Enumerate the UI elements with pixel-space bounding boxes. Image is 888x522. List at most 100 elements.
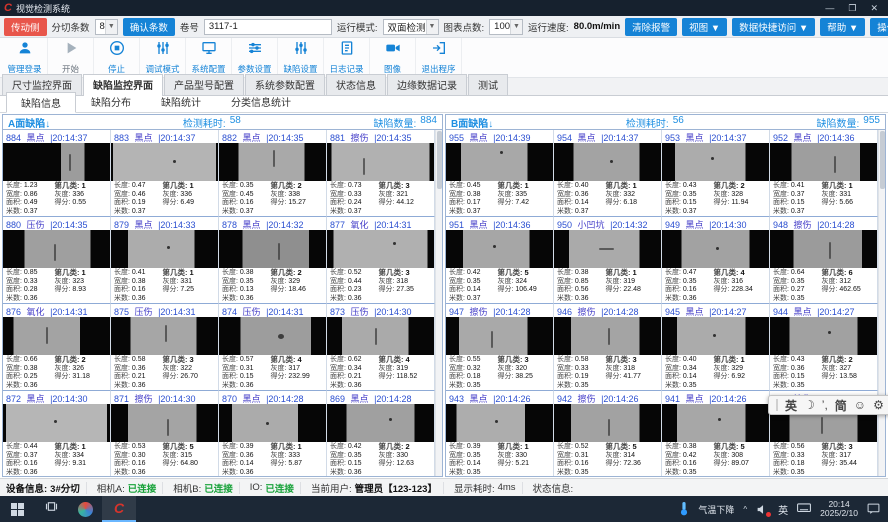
defect-image[interactable] (3, 404, 110, 442)
parameter-settings-button[interactable]: 参数设置 (232, 38, 278, 77)
drive-side-button[interactable]: 传动侧 (4, 18, 47, 36)
scrollbar-thumb[interactable] (880, 131, 885, 189)
defect-image[interactable] (111, 230, 218, 268)
operate-side-button[interactable]: 操作侧 (870, 18, 888, 36)
ime-simplified-toggle[interactable]: 简 (835, 397, 847, 414)
defect-image[interactable] (662, 143, 769, 181)
tab-1[interactable]: 缺陷监控界面 (83, 74, 163, 96)
defect-image[interactable] (327, 143, 434, 181)
defect-cell[interactable]: 881 擦伤 20:14:35 长度: 0.73 宽度: 0.33 面积: 0.… (327, 130, 435, 217)
thermometer-icon[interactable] (679, 501, 689, 518)
defect-image[interactable] (554, 143, 661, 181)
defect-image[interactable] (662, 230, 769, 268)
defect-cell[interactable]: 941 黑点 20:14:26 长度: 0.38 宽度: 0.42 面积: 0.… (662, 391, 770, 476)
defect-cell[interactable]: 947 擦伤 20:14:28 长度: 0.55 宽度: 0.32 面积: 0.… (446, 304, 554, 391)
defect-image[interactable] (3, 230, 110, 268)
help-menu-button[interactable]: 帮助 ▼ (820, 18, 865, 36)
defect-image[interactable] (219, 317, 326, 355)
defect-image[interactable] (554, 404, 661, 442)
debug-mode-button[interactable]: 调试模式 (140, 38, 186, 77)
weather-ticker[interactable]: 气温下降 (698, 503, 734, 516)
defect-cell[interactable]: 869 黑点 20:14:28 长度: 0.42 宽度: 0.35 面积: 0.… (327, 391, 435, 476)
input-language-indicator[interactable]: 英 (778, 502, 788, 517)
defect-cell[interactable]: 953 黑点 20:14:37 长度: 0.43 宽度: 0.35 面积: 0.… (662, 130, 770, 217)
scrollbar-thumb[interactable] (437, 131, 442, 189)
stop-button[interactable]: 停止 (94, 38, 140, 77)
defect-cell[interactable]: 944 黑点 20:14:27 长度: 0.43 宽度: 0.36 面积: 0.… (770, 304, 878, 391)
defect-image[interactable] (111, 317, 218, 355)
defect-image[interactable] (327, 404, 434, 442)
subtab-0[interactable]: 缺陷信息 (6, 92, 76, 113)
touch-keyboard-icon[interactable] (797, 502, 811, 516)
defect-cell[interactable]: 874 压伤 20:14:31 长度: 0.57 宽度: 0.31 面积: 0.… (219, 304, 327, 391)
chart-points-select[interactable]: 100 ▼ (489, 19, 523, 35)
defect-image[interactable] (446, 404, 553, 442)
exit-program-button[interactable]: 退出程序 (416, 38, 462, 77)
defect-cell[interactable]: 882 黑点 20:14:35 长度: 0.35 宽度: 0.45 面积: 0.… (219, 130, 327, 217)
ime-english-toggle[interactable]: 英 (785, 397, 797, 414)
defect-image[interactable] (111, 143, 218, 181)
defect-image[interactable] (446, 317, 553, 355)
notification-center-button[interactable] (867, 502, 880, 517)
defect-settings-button[interactable]: 缺陷设置 (278, 38, 324, 77)
close-button[interactable]: ✕ (870, 3, 878, 14)
defect-cell[interactable]: 870 黑点 20:14:28 长度: 0.39 宽度: 0.36 面积: 0.… (219, 391, 327, 476)
data-quick-access-menu-button[interactable]: 数据快捷访问 ▼ (732, 18, 815, 36)
panel-b-title[interactable]: B面缺陷↓ (451, 115, 493, 130)
tab-4[interactable]: 状态信息 (326, 74, 386, 95)
ime-settings-gear-icon[interactable]: ⚙ (873, 398, 884, 412)
defect-cell[interactable]: 948 擦伤 20:14:28 长度: 0.64 宽度: 0.35 面积: 0.… (770, 217, 878, 304)
defect-image[interactable] (446, 143, 553, 181)
roll-number-input[interactable] (204, 19, 332, 35)
maximize-button[interactable]: ❐ (848, 3, 856, 14)
panel-b-scrollbar[interactable] (878, 130, 885, 476)
defect-image[interactable] (770, 230, 877, 268)
defect-image[interactable] (446, 230, 553, 268)
defect-image[interactable] (219, 404, 326, 442)
defect-cell[interactable]: 879 黑点 20:14:33 长度: 0.41 宽度: 0.38 面积: 0.… (111, 217, 219, 304)
defect-cell[interactable]: 873 压伤 20:14:30 长度: 0.62 宽度: 0.34 面积: 0.… (327, 304, 435, 391)
defect-cell[interactable]: 952 黑点 20:14:36 长度: 0.41 宽度: 0.37 面积: 0.… (770, 130, 878, 217)
defect-image[interactable] (327, 317, 434, 355)
defect-cell[interactable]: 942 擦伤 20:14:26 长度: 0.52 宽度: 0.31 面积: 0.… (554, 391, 662, 476)
defect-cell[interactable]: 949 黑点 20:14:30 长度: 0.47 宽度: 0.35 面积: 0.… (662, 217, 770, 304)
defect-image[interactable] (554, 230, 661, 268)
volume-icon[interactable] (756, 503, 769, 516)
log-record-button[interactable]: 日志记录 (324, 38, 370, 77)
task-view-button[interactable] (34, 496, 68, 522)
defect-cell[interactable]: 871 擦伤 20:14:30 长度: 0.53 宽度: 0.30 面积: 0.… (111, 391, 219, 476)
pinned-app-button[interactable] (68, 496, 102, 522)
defect-image[interactable] (3, 143, 110, 181)
defect-image[interactable] (662, 404, 769, 442)
view-menu-button[interactable]: 视图 ▼ (682, 18, 727, 36)
defect-image[interactable] (219, 143, 326, 181)
defect-image[interactable] (554, 317, 661, 355)
panel-a-scrollbar[interactable] (435, 130, 442, 476)
defect-image[interactable] (662, 317, 769, 355)
run-mode-select[interactable]: 双面检测 ▼ (383, 19, 439, 35)
defect-cell[interactable]: 945 黑点 20:14:27 长度: 0.40 宽度: 0.34 面积: 0.… (662, 304, 770, 391)
defect-cell[interactable]: 878 黑点 20:14:32 长度: 0.38 宽度: 0.35 面积: 0.… (219, 217, 327, 304)
clear-alarm-button[interactable]: 清除报警 (625, 18, 677, 36)
ime-punctuation-toggle[interactable]: ’, (822, 398, 828, 412)
minimize-button[interactable]: — (825, 3, 834, 14)
subtab-3[interactable]: 分类信息统计 (216, 91, 306, 112)
start-button[interactable] (0, 496, 34, 522)
defect-image[interactable] (111, 404, 218, 442)
tab-6[interactable]: 测试 (468, 74, 508, 95)
defect-cell[interactable]: 884 黑点 20:14:37 长度: 1.23 宽度: 0.86 面积: 0.… (3, 130, 111, 217)
defect-cell[interactable]: 951 黑点 20:14:36 长度: 0.42 宽度: 0.35 面积: 0.… (446, 217, 554, 304)
defect-image[interactable] (770, 143, 877, 181)
taskbar-clock[interactable]: 20:14 2025/2/10 (820, 500, 858, 519)
slit-count-select[interactable]: 8 ▼ (95, 19, 118, 35)
start-button[interactable]: 开始 (48, 38, 94, 77)
defect-cell[interactable]: 880 压伤 20:14:35 长度: 0.85 宽度: 0.33 面积: 0.… (3, 217, 111, 304)
image-button[interactable]: 图像 (370, 38, 416, 77)
defect-cell[interactable]: 955 黑点 20:14:39 长度: 0.45 宽度: 0.38 面积: 0.… (446, 130, 554, 217)
detection-app-taskbar-button[interactable]: C (102, 496, 136, 522)
defect-cell[interactable]: 875 压伤 20:14:31 长度: 0.58 宽度: 0.36 面积: 0.… (111, 304, 219, 391)
defect-cell[interactable]: 872 黑点 20:14:30 长度: 0.44 宽度: 0.37 面积: 0.… (3, 391, 111, 476)
system-config-button[interactable]: 系统配置 (186, 38, 232, 77)
ime-emoji-icon[interactable]: ☺ (854, 398, 866, 412)
ime-drag-handle[interactable] (776, 399, 778, 411)
